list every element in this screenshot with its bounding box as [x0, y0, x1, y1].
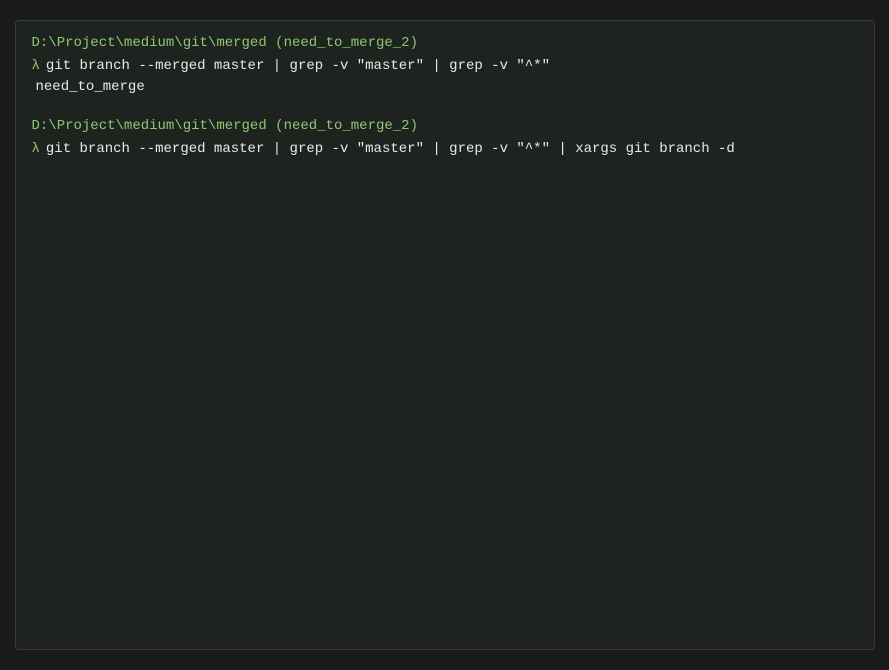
- terminal-block-2: D:\Project\medium\git\merged (need_to_me…: [32, 116, 858, 160]
- command-text-1: git branch --merged master | grep -v "ma…: [46, 56, 550, 77]
- command-line-1: λ git branch --merged master | grep -v "…: [32, 56, 858, 77]
- prompt-line-1: D:\Project\medium\git\merged (need_to_me…: [32, 33, 858, 54]
- lambda-symbol-2: λ: [32, 141, 40, 157]
- terminal-window[interactable]: D:\Project\medium\git\merged (need_to_me…: [15, 20, 875, 650]
- command-text-2: git branch --merged master | grep -v "ma…: [46, 139, 735, 160]
- terminal-block-1: D:\Project\medium\git\merged (need_to_me…: [32, 33, 858, 98]
- prompt-branch-2: (need_to_merge_2): [267, 116, 418, 137]
- output-line-1: need_to_merge: [32, 77, 858, 98]
- prompt-line-2: D:\Project\medium\git\merged (need_to_me…: [32, 116, 858, 137]
- prompt-path-2: D:\Project\medium\git\merged: [32, 116, 267, 137]
- command-line-2: λ git branch --merged master | grep -v "…: [32, 139, 858, 160]
- prompt-path-1: D:\Project\medium\git\merged: [32, 33, 267, 54]
- lambda-symbol-1: λ: [32, 58, 40, 74]
- prompt-branch-1: (need_to_merge_2): [267, 33, 418, 54]
